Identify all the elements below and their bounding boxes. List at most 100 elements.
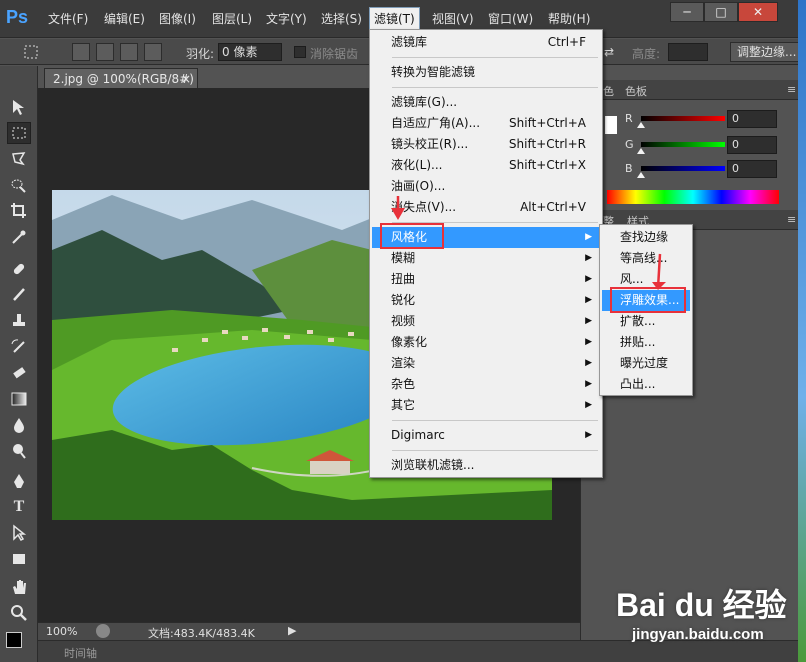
menu-item[interactable]: 图层(L) (212, 10, 252, 28)
color-spectrum-bar[interactable] (607, 190, 779, 204)
stylize-submenu-item[interactable]: 扩散... (602, 311, 690, 332)
lasso-tool-icon[interactable] (7, 148, 31, 170)
slider-r-input[interactable]: 0 (727, 110, 777, 128)
panel-menu-icon[interactable]: ≡ (787, 213, 796, 226)
rectangular-marquee-tool-icon[interactable] (7, 122, 31, 144)
zoom-level[interactable]: 100% (46, 625, 77, 638)
menu-item[interactable]: 帮助(H) (548, 10, 590, 28)
filter-menu-item[interactable]: Digimarc ▶ (372, 425, 600, 446)
stylize-submenu-item[interactable]: 查找边缘 (602, 227, 690, 248)
status-menu-arrow-icon[interactable]: ▶ (288, 624, 296, 637)
tab-color[interactable]: 色 (603, 83, 614, 99)
filter-menu-item[interactable]: 自适应广角(A)... Shift+Ctrl+A (372, 113, 600, 134)
filter-menu-item-shortcut: Shift+Ctrl+A (509, 116, 586, 130)
panel-menu-icon[interactable]: ≡ (787, 83, 796, 96)
menu-item[interactable]: 视图(V) (432, 10, 474, 28)
foreground-color-swatch[interactable] (6, 632, 22, 648)
submenu-arrow-icon: ▶ (585, 274, 592, 284)
menu-item[interactable]: 文件(F) (48, 10, 88, 28)
slider-g-input[interactable]: 0 (727, 136, 777, 154)
filter-menu-item-label: 渲染 (391, 356, 416, 370)
status-icon[interactable] (96, 624, 110, 638)
tab-swatches[interactable]: 色板 (625, 83, 647, 99)
path-selection-tool-icon[interactable] (7, 522, 31, 544)
filter-menu-item[interactable]: 浏览联机滤镜... (372, 455, 600, 476)
healing-brush-tool-icon[interactable] (7, 258, 31, 280)
filter-menu-item[interactable]: 杂色 ▶ (372, 374, 600, 395)
slider-g-thumb[interactable] (637, 148, 645, 154)
new-selection-icon[interactable] (72, 43, 90, 61)
antialias-checkbox[interactable] (294, 46, 306, 58)
slider-r-track[interactable] (641, 116, 725, 121)
rectangle-tool-icon[interactable] (7, 548, 31, 570)
filter-menu-item[interactable]: 渲染 ▶ (372, 353, 600, 374)
filter-menu-item[interactable]: 锐化 ▶ (372, 290, 600, 311)
filter-menu-item[interactable]: 模糊 ▶ (372, 248, 600, 269)
filter-menu-item-label: 液化(L)... (391, 158, 443, 172)
refine-edge-button[interactable]: 调整边缘... (730, 42, 804, 62)
eraser-tool-icon[interactable] (7, 362, 31, 384)
clone-stamp-tool-icon[interactable] (7, 310, 31, 332)
submenu-arrow-icon: ▶ (585, 358, 592, 368)
type-tool-icon[interactable]: T (7, 496, 31, 518)
background-swatch[interactable] (605, 116, 617, 134)
filter-menu-item[interactable]: 转换为智能滤镜 (372, 62, 600, 83)
filter-menu-item[interactable]: 油画(O)... (372, 176, 600, 197)
slider-r-thumb[interactable] (637, 122, 645, 128)
filter-menu-item[interactable]: 滤镜库(G)... (372, 92, 600, 113)
filter-menu-item[interactable]: 滤镜库 Ctrl+F (372, 32, 600, 53)
slider-g-label: G (625, 138, 634, 151)
toolbox: T (0, 66, 38, 662)
stylize-submenu-item[interactable]: 等高线... (602, 248, 690, 269)
slider-b-thumb[interactable] (637, 172, 645, 178)
add-selection-icon[interactable] (96, 43, 114, 61)
quick-selection-tool-icon[interactable] (7, 174, 31, 196)
maximize-button[interactable]: □ (704, 2, 738, 22)
menu-item[interactable]: 选择(S) (321, 10, 362, 28)
feather-input[interactable]: 0 像素 (218, 43, 282, 61)
menu-item[interactable]: 文字(Y) (266, 10, 307, 28)
hand-tool-icon[interactable] (7, 576, 31, 598)
move-tool-icon[interactable] (7, 96, 31, 118)
slider-b: B 0 (621, 160, 806, 180)
annotation-arrow-up-icon (652, 253, 666, 290)
blur-tool-icon[interactable] (7, 414, 31, 436)
dodge-tool-icon[interactable] (7, 440, 31, 462)
brush-tool-icon[interactable] (7, 284, 31, 306)
close-button[interactable]: ✕ (738, 2, 778, 22)
filter-menu-item[interactable]: 视频 ▶ (372, 311, 600, 332)
menu-item[interactable]: 编辑(E) (104, 10, 145, 28)
height-input[interactable] (668, 43, 708, 61)
minimize-button[interactable]: ─ (670, 2, 704, 22)
filter-menu-item[interactable]: 液化(L)... Shift+Ctrl+X (372, 155, 600, 176)
eyedropper-tool-icon[interactable] (7, 226, 31, 248)
antialias-label: 消除锯齿 (310, 47, 359, 61)
stylize-submenu-item[interactable]: 拼贴... (602, 332, 690, 353)
history-brush-tool-icon[interactable] (7, 336, 31, 358)
filter-menu-item[interactable]: 其它 ▶ (372, 395, 600, 416)
marquee-preset-icon[interactable] (22, 43, 40, 61)
menu-item[interactable]: 窗口(W) (488, 10, 533, 28)
slider-b-track[interactable] (641, 166, 725, 171)
stylize-submenu-item[interactable]: 曝光过度 (602, 353, 690, 374)
menu-item[interactable]: 滤镜(T) (369, 7, 420, 31)
swap-icon[interactable]: ⇄ (604, 45, 614, 59)
filter-menu-item[interactable]: 像素化 ▶ (372, 332, 600, 353)
slider-g-track[interactable] (641, 142, 725, 147)
intersect-selection-icon[interactable] (144, 43, 162, 61)
crop-tool-icon[interactable] (7, 200, 31, 222)
document-tab[interactable]: 2.jpg @ 100%(RGB/8#) × (44, 68, 198, 88)
zoom-tool-icon[interactable] (7, 602, 31, 624)
slider-b-input[interactable]: 0 (727, 160, 777, 178)
timeline-label[interactable]: 时间轴 (64, 645, 97, 661)
gradient-tool-icon[interactable] (7, 388, 31, 410)
menu-item[interactable]: 图像(I) (159, 10, 196, 28)
stylize-submenu-item[interactable]: 凸出... (602, 374, 690, 395)
submenu-arrow-icon: ▶ (585, 379, 592, 389)
filter-menu-item[interactable]: 镜头校正(R)... Shift+Ctrl+R (372, 134, 600, 155)
annotation-box-stylize (380, 223, 444, 249)
filter-menu-item[interactable]: 扭曲 ▶ (372, 269, 600, 290)
close-tab-icon[interactable]: × (181, 69, 191, 89)
pen-tool-icon[interactable] (7, 470, 31, 492)
subtract-selection-icon[interactable] (120, 43, 138, 61)
